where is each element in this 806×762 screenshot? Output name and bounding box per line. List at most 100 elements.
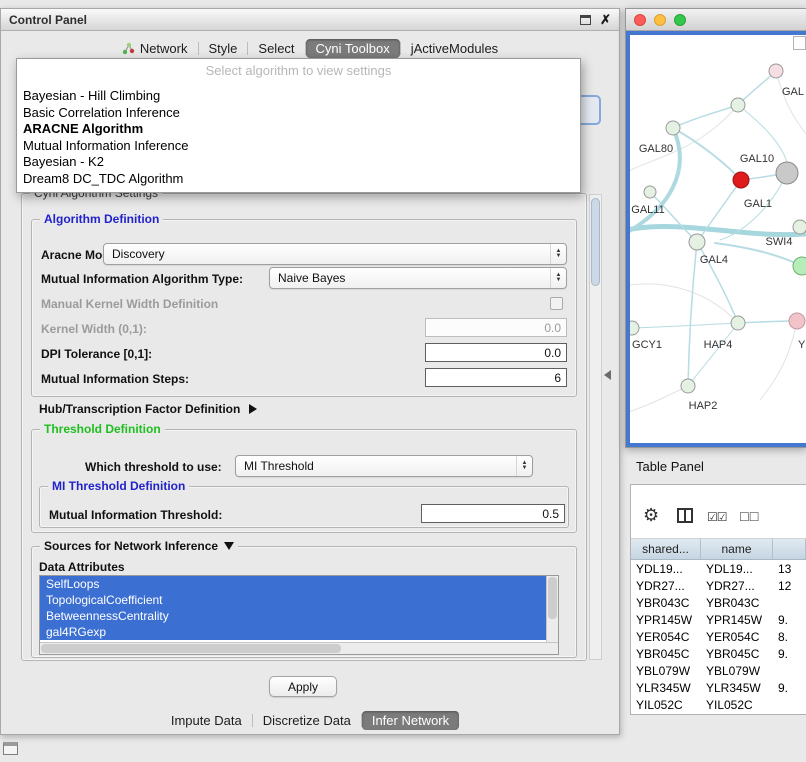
table-row[interactable]: YLR345W YLR345W 9. — [631, 679, 806, 696]
network-node-hap4[interactable] — [731, 316, 745, 330]
node-label-gal11: GAL11 — [631, 204, 664, 216]
column-header-clipped[interactable] — [773, 539, 806, 559]
algorithm-option[interactable]: Dream8 DC_TDC Algorithm — [17, 171, 580, 188]
triangle-down-icon — [224, 542, 234, 550]
manual-kernel-checkbox — [550, 297, 563, 310]
sources-group-title[interactable]: Sources for Network Inference — [40, 539, 238, 553]
network-node[interactable] — [789, 313, 805, 329]
network-node[interactable] — [731, 98, 745, 112]
algorithm-option[interactable]: Bayesian - Hill Climbing — [17, 88, 580, 105]
window-zoom-button[interactable] — [674, 14, 686, 26]
tab-select[interactable]: Select — [248, 39, 304, 58]
table-cell: 12 — [773, 579, 806, 593]
attribute-item-selected[interactable]: BetweennessCentrality — [40, 608, 547, 624]
network-view-window: GAL80 GAL10 GAL11 GAL1 SWI4 GAL4 GCY1 HA… — [625, 8, 806, 448]
close-icon[interactable]: ✗ — [600, 13, 611, 26]
attribute-item-selected[interactable]: TopologicalCoefficient — [40, 592, 547, 608]
hub-definition-toggle[interactable]: Hub/Transcription Factor Definition — [39, 402, 257, 416]
algorithm-option[interactable]: Mutual Information Inference — [17, 138, 580, 155]
node-label-gal80: GAL80 — [639, 143, 673, 155]
gear-icon[interactable]: ⚙ — [643, 505, 659, 526]
unchecked-boxes-icon[interactable]: ☐☐ — [739, 510, 759, 524]
settings-scrollbar-thumb[interactable] — [591, 198, 600, 286]
control-panel-titlebar[interactable]: Control Panel ✗ — [1, 9, 619, 31]
tab-jactivemodules[interactable]: jActiveModules — [401, 39, 508, 58]
tab-cyni-toolbox[interactable]: Cyni Toolbox — [306, 39, 400, 58]
tab-discretize-data[interactable]: Discretize Data — [253, 711, 361, 730]
tab-infer-network[interactable]: Infer Network — [362, 711, 459, 730]
network-canvas[interactable]: GAL80 GAL10 GAL11 GAL1 SWI4 GAL4 GCY1 HA… — [630, 35, 806, 443]
table-row[interactable]: YDL19... YDL19... 13 — [631, 560, 806, 577]
table-row[interactable]: YPR145W YPR145W 9. — [631, 611, 806, 628]
network-node-gal80[interactable] — [666, 121, 680, 135]
attributes-horizontal-scrollbar[interactable] — [40, 642, 558, 654]
table-toolbar: ⚙ ☑☑ ☐☐ — [631, 485, 806, 539]
attributes-hscroll-thumb[interactable] — [41, 644, 341, 653]
algorithm-option-selected[interactable]: ARACNE Algorithm — [17, 121, 580, 138]
data-attributes-list[interactable]: SelfLoops TopologicalCoefficient Between… — [39, 575, 559, 655]
network-node-gal4[interactable] — [689, 234, 705, 250]
tab-style[interactable]: Style — [199, 39, 248, 58]
table-cell: YER054C — [631, 630, 701, 644]
sources-group-title-text: Sources for Network Inference — [44, 539, 218, 553]
network-node-gal10[interactable] — [776, 162, 798, 184]
table-cell: YBL079W — [701, 664, 773, 678]
tab-discretize-data-label: Discretize Data — [263, 713, 351, 728]
network-node-gal11[interactable] — [644, 186, 656, 198]
table-cell: YIL052C — [631, 698, 701, 712]
tab-impute-data[interactable]: Impute Data — [161, 711, 252, 730]
table-row[interactable]: YBR043C YBR043C — [631, 594, 806, 611]
tab-select-label: Select — [258, 41, 294, 56]
settings-scrollbar[interactable] — [589, 194, 602, 660]
table-cell: 9. — [773, 613, 806, 627]
tab-jactivemodules-label: jActiveModules — [411, 41, 498, 56]
mi-type-value: Naive Bayes — [278, 271, 345, 285]
node-label-swi4: SWI4 — [766, 236, 793, 248]
tab-network[interactable]: Network — [112, 39, 198, 58]
algorithm-definition-title-text: Algorithm Definition — [44, 212, 159, 226]
attribute-item-selected[interactable]: gal4RGexp — [40, 624, 547, 640]
table-cell: YDR27... — [701, 579, 773, 593]
aracne-mode-select[interactable]: Discovery ▲▼ — [103, 243, 567, 265]
table-row[interactable]: YBL079W YBL079W — [631, 662, 806, 679]
table-row[interactable]: YIL052C YIL052C — [631, 696, 806, 713]
table-row[interactable]: YBR045C YBR045C 9. — [631, 645, 806, 662]
which-threshold-select[interactable]: MI Threshold ▲▼ — [235, 455, 533, 477]
network-window-titlebar[interactable] — [626, 9, 806, 31]
attributes-vertical-scrollbar[interactable] — [546, 576, 558, 642]
node-label-clipped: GAL — [782, 86, 804, 98]
table-cell: 9. — [773, 647, 806, 661]
apply-button[interactable]: Apply — [269, 676, 337, 697]
algorithm-option[interactable]: Basic Correlation Inference — [17, 105, 580, 122]
network-node-gcy1[interactable] — [630, 321, 639, 335]
network-node-swi4[interactable] — [793, 220, 806, 234]
float-window-icon[interactable] — [580, 15, 591, 25]
table-row[interactable]: YDR27... YDR27... 12 — [631, 577, 806, 594]
hub-definition-label: Hub/Transcription Factor Definition — [39, 402, 240, 416]
column-header-shared-name[interactable]: shared... — [631, 539, 701, 559]
panel-divider-handle[interactable] — [604, 370, 611, 380]
network-node[interactable] — [793, 257, 806, 275]
mi-steps-input[interactable] — [425, 368, 567, 387]
columns-icon[interactable] — [677, 508, 693, 523]
column-header-name[interactable]: name — [701, 539, 773, 559]
window-close-button[interactable] — [634, 14, 646, 26]
algorithm-option[interactable]: Bayesian - K2 — [17, 154, 580, 171]
attributes-vscroll-thumb[interactable] — [548, 577, 557, 619]
kernel-width-label: Kernel Width (0,1): — [41, 321, 147, 337]
tab-infer-network-label: Infer Network — [372, 713, 449, 728]
table-row[interactable]: YER054C YER054C 8. — [631, 628, 806, 645]
mi-type-label: Mutual Information Algorithm Type: — [41, 271, 243, 287]
network-node-gal1[interactable] — [733, 172, 749, 188]
table-cell: YPR145W — [631, 613, 701, 627]
dpi-tolerance-input[interactable] — [425, 343, 567, 362]
window-minimize-button[interactable] — [654, 14, 666, 26]
network-node-hap2[interactable] — [681, 379, 695, 393]
attribute-item-selected[interactable]: SelfLoops — [40, 576, 547, 592]
checked-boxes-icon[interactable]: ☑☑ — [707, 510, 727, 524]
minimized-panel-icon[interactable] — [3, 742, 18, 755]
network-node[interactable] — [769, 64, 783, 78]
mi-type-select[interactable]: Naive Bayes ▲▼ — [269, 267, 567, 289]
mi-threshold-input[interactable] — [421, 504, 565, 523]
canvas-corner-button[interactable] — [793, 36, 806, 50]
